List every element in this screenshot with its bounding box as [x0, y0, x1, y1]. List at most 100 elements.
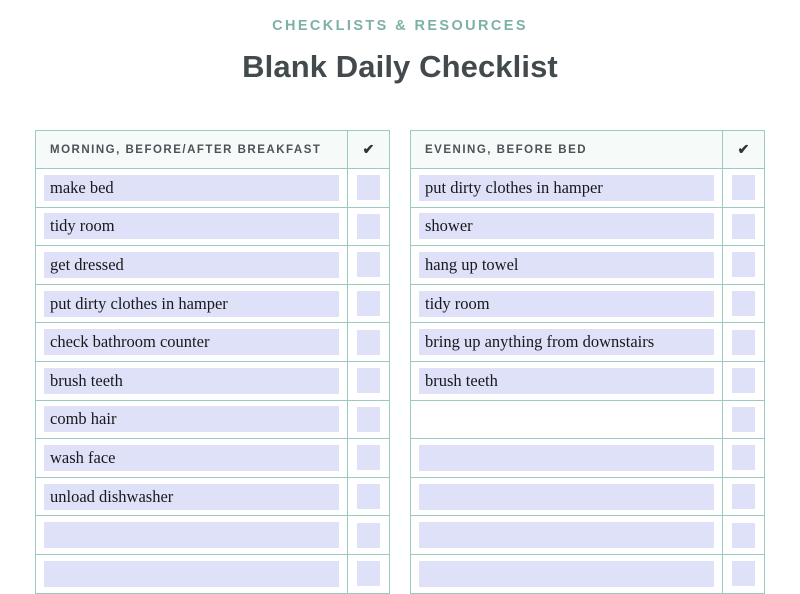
- check-cell: [722, 477, 765, 517]
- morning-rows: make bed tidy room get dressed put dirty…: [35, 168, 390, 594]
- task-cell: put dirty clothes in hamper: [410, 168, 723, 208]
- table-row: unload dishwasher: [35, 477, 390, 517]
- task-cell: put dirty clothes in hamper: [35, 284, 348, 324]
- task-input-field[interactable]: [419, 483, 714, 510]
- task-input-field[interactable]: bring up anything from downstairs: [419, 329, 714, 356]
- task-input-field[interactable]: make bed: [44, 174, 339, 201]
- checkbox[interactable]: [357, 175, 380, 201]
- task-input-field[interactable]: tidy room: [419, 290, 714, 317]
- checkbox[interactable]: [732, 406, 755, 432]
- task-cell: brush teeth: [35, 361, 348, 401]
- checkbox[interactable]: [357, 406, 380, 432]
- task-input-field[interactable]: shower: [419, 213, 714, 240]
- check-cell: [347, 438, 390, 478]
- checkbox[interactable]: [732, 368, 755, 394]
- task-input-field[interactable]: [419, 560, 714, 587]
- task-input-field[interactable]: check bathroom counter: [44, 329, 339, 356]
- check-cell: [722, 515, 765, 555]
- table-row: check bathroom counter: [35, 322, 390, 362]
- task-input-field[interactable]: brush teeth: [419, 367, 714, 394]
- task-cell: tidy room: [410, 284, 723, 324]
- task-input-field[interactable]: brush teeth: [44, 367, 339, 394]
- checkbox[interactable]: [357, 213, 380, 239]
- check-cell: [722, 361, 765, 401]
- table-row: comb hair: [35, 400, 390, 440]
- task-cell: [410, 400, 723, 440]
- checklist-table-morning: MORNING, BEFORE/AFTER BREAKFAST ✔ make b…: [35, 130, 390, 594]
- checkbox[interactable]: [732, 291, 755, 317]
- check-cell: [722, 168, 765, 208]
- task-input-field[interactable]: hang up towel: [419, 251, 714, 278]
- checkbox[interactable]: [732, 213, 755, 239]
- task-cell: [410, 515, 723, 555]
- check-cell: [347, 284, 390, 324]
- check-cell: [347, 400, 390, 440]
- table-header-row: MORNING, BEFORE/AFTER BREAKFAST ✔: [35, 130, 390, 169]
- task-input-field[interactable]: comb hair: [44, 406, 339, 433]
- checkbox[interactable]: [732, 175, 755, 201]
- checkbox[interactable]: [732, 445, 755, 471]
- task-cell: hang up towel: [410, 245, 723, 285]
- table-row: brush teeth: [410, 361, 765, 401]
- page-header: CHECKLISTS & RESOURCES Blank Daily Check…: [0, 0, 800, 86]
- task-cell: comb hair: [35, 400, 348, 440]
- table-row: tidy room: [35, 207, 390, 247]
- checkbox[interactable]: [357, 368, 380, 394]
- table-row: [411, 554, 765, 594]
- task-input-field[interactable]: put dirty clothes in hamper: [419, 174, 714, 201]
- check-cell: [347, 554, 390, 594]
- task-input-field[interactable]: wash face: [44, 444, 339, 471]
- table-row: [410, 515, 765, 555]
- check-cell: [722, 245, 765, 285]
- task-cell: check bathroom counter: [35, 322, 348, 362]
- table-row: shower: [410, 207, 765, 247]
- table-row: wash face: [35, 438, 390, 478]
- table-row: [410, 400, 765, 440]
- task-cell: [35, 515, 348, 555]
- checkbox[interactable]: [732, 484, 755, 510]
- checkbox[interactable]: [732, 329, 755, 355]
- checkbox[interactable]: [732, 252, 755, 278]
- column-header-evening-tasks: EVENING, BEFORE BED: [410, 130, 723, 169]
- task-input-field[interactable]: [44, 560, 339, 587]
- page-title: Blank Daily Checklist: [242, 49, 558, 85]
- checkbox[interactable]: [357, 252, 380, 278]
- table-header-row: EVENING, BEFORE BED ✔: [410, 130, 765, 169]
- task-input-field[interactable]: [419, 406, 714, 433]
- table-row: brush teeth: [35, 361, 390, 401]
- checkbox[interactable]: [732, 561, 755, 587]
- table-row: [35, 515, 390, 555]
- task-cell: get dressed: [35, 245, 348, 285]
- table-row: bring up anything from downstairs: [410, 322, 765, 362]
- check-cell: [722, 400, 765, 440]
- task-input-field[interactable]: unload dishwasher: [44, 483, 339, 510]
- task-cell: make bed: [35, 168, 348, 208]
- table-row: tidy room: [410, 284, 765, 324]
- checklist-page: CHECKLISTS & RESOURCES Blank Daily Check…: [0, 0, 800, 594]
- table-row: [36, 554, 390, 594]
- task-input-field[interactable]: [44, 522, 339, 549]
- checkbox[interactable]: [357, 484, 380, 510]
- checkbox[interactable]: [357, 522, 380, 548]
- checkbox[interactable]: [357, 329, 380, 355]
- task-input-field[interactable]: tidy room: [44, 213, 339, 240]
- checkbox[interactable]: [357, 291, 380, 317]
- task-cell: bring up anything from downstairs: [410, 322, 723, 362]
- table-row: get dressed: [35, 245, 390, 285]
- checkbox[interactable]: [732, 522, 755, 548]
- task-cell: [411, 554, 723, 593]
- table-row: [410, 477, 765, 517]
- check-cell: [722, 438, 765, 478]
- table-row: put dirty clothes in hamper: [410, 168, 765, 208]
- checkbox[interactable]: [357, 561, 380, 587]
- task-input-field[interactable]: [419, 444, 714, 471]
- check-cell: [722, 207, 765, 247]
- task-cell: [36, 554, 348, 593]
- task-input-field[interactable]: get dressed: [44, 251, 339, 278]
- task-input-field[interactable]: put dirty clothes in hamper: [44, 290, 339, 317]
- task-cell: shower: [410, 207, 723, 247]
- task-input-field[interactable]: [419, 522, 714, 549]
- checkbox[interactable]: [357, 445, 380, 471]
- task-cell: [410, 477, 723, 517]
- checklist-tables-container: MORNING, BEFORE/AFTER BREAKFAST ✔ make b…: [35, 130, 765, 594]
